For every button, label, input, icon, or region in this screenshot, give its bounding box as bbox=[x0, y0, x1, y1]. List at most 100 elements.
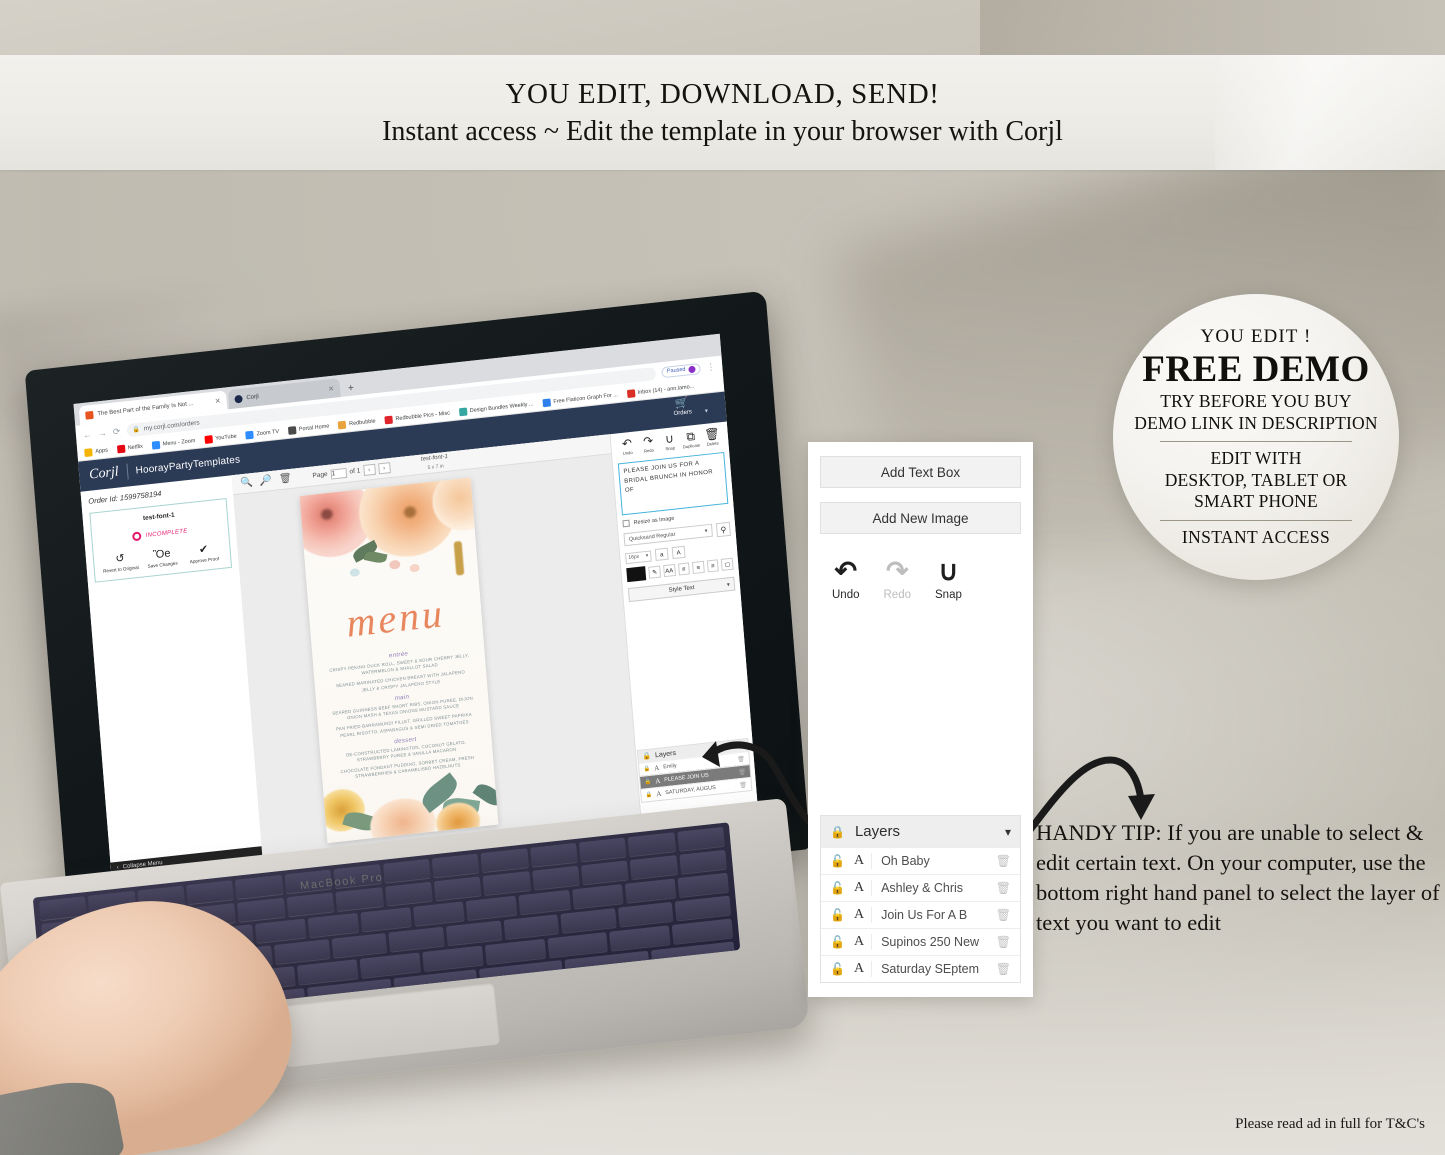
bookmark-item[interactable]: YouTube bbox=[203, 432, 237, 444]
forward-icon[interactable]: → bbox=[98, 428, 108, 439]
tool-label: Snap bbox=[665, 445, 676, 452]
keyboard-key bbox=[297, 959, 359, 985]
line-height-icon[interactable]: ≡ bbox=[677, 562, 691, 576]
font-upload-icon[interactable]: ⚲ bbox=[715, 521, 731, 538]
chevron-down-icon: ▾ bbox=[704, 527, 708, 535]
text-content-input[interactable]: PLEASE JOIN US FOR A BRIDAL BRUNCH IN HO… bbox=[617, 451, 729, 516]
overlay-layer-row[interactable]: 🔓 A Saturday SEptem 🗑 bbox=[821, 955, 1020, 982]
trash-icon[interactable]: 🗑 bbox=[996, 962, 1011, 976]
style-text-label: Style Text bbox=[668, 584, 695, 594]
close-icon[interactable]: ✕ bbox=[328, 384, 334, 393]
tool-label: Delete bbox=[706, 440, 719, 447]
lock-icon[interactable]: 🔒 bbox=[644, 779, 651, 786]
action-label: Revert to Original bbox=[102, 564, 139, 574]
trash-icon[interactable]: 🗑 bbox=[279, 473, 293, 485]
badge-divider-1 bbox=[1160, 440, 1352, 442]
order-card[interactable]: test-font-1 INCOMPLETE ↺ Revert to Origin… bbox=[89, 497, 233, 583]
trash-icon[interactable]: 🗑 bbox=[996, 854, 1011, 868]
extension-dot-icon bbox=[688, 365, 696, 373]
add-new-image-button[interactable]: Add New Image bbox=[820, 502, 1021, 534]
keyboard-key bbox=[359, 952, 421, 978]
lock-open-icon[interactable]: 🔓 bbox=[830, 854, 845, 868]
bookmark-item[interactable]: Zoom TV bbox=[245, 427, 279, 440]
lock-open-icon[interactable]: 🔓 bbox=[830, 908, 845, 922]
next-page-button[interactable]: › bbox=[377, 462, 391, 475]
lock-open-icon[interactable]: 🔓 bbox=[830, 935, 845, 949]
lock-open-icon[interactable]: 🔓 bbox=[830, 962, 845, 976]
butterfly-1 bbox=[349, 568, 361, 578]
snap-tool[interactable]: ∪ Snap bbox=[658, 431, 681, 452]
revert-action[interactable]: ↺ Revert to Original bbox=[99, 552, 142, 575]
close-icon[interactable]: ✕ bbox=[214, 397, 221, 406]
align-center-icon[interactable]: ≡ bbox=[706, 559, 720, 573]
lock-open-icon[interactable]: 🔓 bbox=[830, 881, 845, 895]
trash-icon[interactable]: 🗑 bbox=[996, 881, 1011, 895]
bookmark-favicon-icon bbox=[287, 425, 297, 435]
overlay-layers-header[interactable]: 🔒 Layers ▾ bbox=[821, 816, 1020, 847]
font-size-select[interactable]: 16px ▾ bbox=[624, 549, 652, 564]
text-color-swatch[interactable] bbox=[626, 566, 647, 583]
style-text-accordion[interactable]: Style Text ▾ bbox=[627, 576, 736, 603]
overlay-layer-row[interactable]: 🔓 A Ashley & Chris 🗑 bbox=[821, 874, 1020, 901]
back-icon[interactable]: ← bbox=[83, 429, 93, 440]
bookmark-item[interactable]: Apps bbox=[84, 446, 108, 457]
duplicate-tool[interactable]: ⧉ Duplicate bbox=[680, 429, 703, 449]
overlay-layer-row[interactable]: 🔓 A Join Us For A B 🗑 bbox=[821, 901, 1020, 928]
text-layer-icon: A bbox=[854, 907, 873, 923]
bookmark-item[interactable]: Redbubble bbox=[337, 417, 376, 429]
save-action[interactable]: Ὃe Save Changes bbox=[141, 547, 184, 570]
decrease-size-button[interactable]: a bbox=[654, 547, 669, 561]
keyboard-key bbox=[546, 932, 609, 958]
overlay-layer-row[interactable]: 🔓 A Oh Baby 🗑 bbox=[821, 847, 1020, 874]
lock-icon[interactable]: 🔒 bbox=[643, 766, 650, 773]
chevron-down-icon[interactable]: ▾ bbox=[1005, 825, 1011, 839]
lock-icon[interactable]: 🔒 bbox=[645, 792, 652, 799]
snap-icon: ∪ bbox=[664, 431, 675, 447]
snap-button[interactable]: ∪ Snap bbox=[935, 558, 962, 602]
save-icon: Ὃe bbox=[152, 547, 171, 562]
overlay-layer-row[interactable]: 🔓 A Supinos 250 New 🗑 bbox=[821, 928, 1020, 955]
page-number-input[interactable]: 1 bbox=[330, 467, 347, 480]
orders-button[interactable]: 🛒 Orders bbox=[672, 397, 692, 418]
keyboard-key bbox=[480, 848, 529, 873]
chevron-down-icon: ▾ bbox=[645, 552, 649, 560]
keyboard-key bbox=[433, 876, 482, 901]
bookmark-favicon-icon bbox=[458, 407, 468, 416]
letter-spacing-icon[interactable]: AA bbox=[662, 563, 676, 578]
chevron-down-icon[interactable]: ▾ bbox=[700, 406, 713, 419]
bookmark-item[interactable]: Menu - Zoom bbox=[151, 437, 196, 450]
bookmark-favicon-icon bbox=[542, 397, 551, 407]
corjl-logo: Corjl bbox=[88, 464, 120, 483]
menu-template-preview[interactable]: menu entrée CRISPY PEKING DUCK ROLL, SWEE… bbox=[299, 477, 499, 844]
delete-tool[interactable]: 🗑 Delete bbox=[701, 426, 724, 447]
trash-icon[interactable]: 🗑 bbox=[996, 908, 1011, 922]
zoom-in-icon[interactable]: 🔍 bbox=[240, 477, 253, 489]
bookmark-item[interactable]: Portal Home bbox=[287, 422, 330, 435]
reload-icon[interactable]: ⟳ bbox=[112, 426, 120, 438]
extension-chip[interactable]: Paused bbox=[661, 362, 701, 378]
increase-size-button[interactable]: A bbox=[671, 545, 686, 560]
bookmark-label: Netflix bbox=[127, 443, 144, 451]
prev-page-button[interactable]: ‹ bbox=[362, 463, 376, 477]
add-text-box-button[interactable]: Add Text Box bbox=[820, 456, 1021, 488]
leaf-top-center-2 bbox=[363, 550, 388, 565]
keyboard-key bbox=[578, 837, 627, 862]
checkbox-icon[interactable] bbox=[622, 519, 630, 528]
align-left-icon[interactable]: ≡ bbox=[692, 560, 705, 575]
bookmark-item[interactable]: Netflix bbox=[116, 442, 144, 454]
approve-action[interactable]: ✔ Approve Proof bbox=[182, 543, 225, 566]
eyedropper-icon[interactable]: ✎ bbox=[648, 565, 661, 579]
new-tab-button[interactable]: + bbox=[342, 382, 361, 397]
undo-button[interactable]: ↶ Undo bbox=[832, 558, 860, 602]
status-badge: INCOMPLETE bbox=[97, 523, 223, 546]
font-family-select[interactable]: Quicksand Regular ▾ bbox=[623, 523, 713, 547]
trash-icon[interactable]: 🗑 bbox=[996, 935, 1011, 949]
zoom-out-icon[interactable]: 🔎 bbox=[259, 475, 272, 487]
text-box-icon[interactable]: ◻ bbox=[721, 557, 734, 571]
redo-tool[interactable]: ↷ Redo bbox=[637, 434, 660, 454]
keyboard-key bbox=[617, 901, 674, 927]
badge-divider-2 bbox=[1160, 519, 1352, 521]
bookmark-favicon-icon bbox=[203, 434, 213, 444]
undo-tool[interactable]: ↶ Undo bbox=[616, 436, 639, 456]
menu-icon[interactable]: ⋮ bbox=[706, 361, 716, 373]
